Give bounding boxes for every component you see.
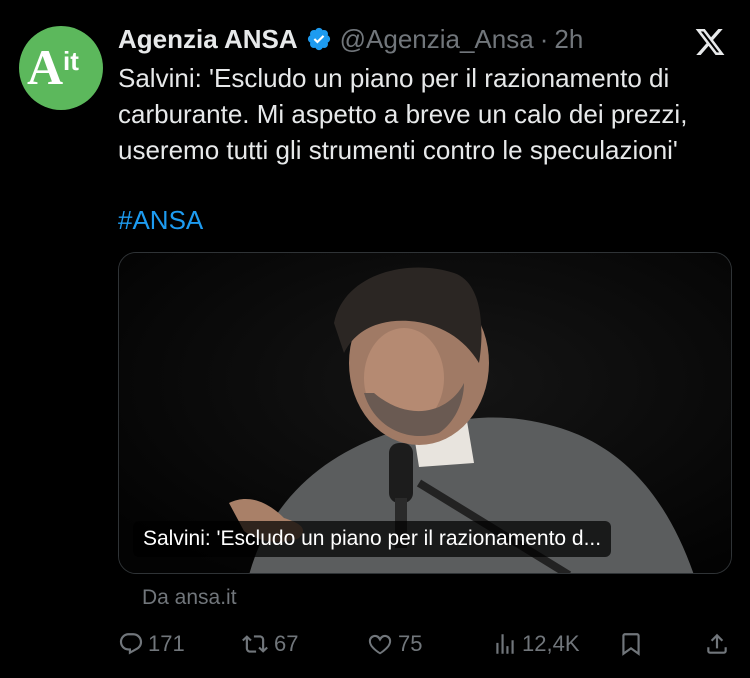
bookmark-icon (622, 633, 640, 656)
like-button[interactable]: 75 (366, 626, 422, 662)
like-icon (368, 634, 392, 655)
reply-count: 171 (148, 631, 185, 656)
x-logo-icon[interactable] (693, 26, 727, 58)
ansa-logo-icon: A it (27, 39, 79, 95)
svg-text:it: it (63, 46, 79, 76)
tweet-header: Agenzia ANSA @Agenzia_Ansa · 2h (118, 22, 583, 56)
views-count: 12,4K (522, 631, 580, 656)
tweet[interactable]: A it Agenzia ANSA @Agenzia_Ansa · 2h Sal… (0, 0, 750, 678)
reply-icon (119, 633, 143, 655)
like-count: 75 (398, 631, 423, 656)
tweet-text: Salvini: 'Escludo un piano per il razion… (118, 63, 688, 165)
repost-count: 67 (274, 631, 299, 656)
separator-dot: · (539, 24, 549, 54)
reply-button[interactable]: 171 (118, 626, 185, 662)
verified-badge-icon (306, 26, 332, 52)
hashtag-link[interactable]: #ANSA (118, 202, 203, 238)
repost-icon (242, 635, 268, 653)
share-button[interactable] (704, 626, 734, 662)
svg-text:A: A (27, 39, 63, 95)
views-icon (496, 634, 514, 654)
display-name[interactable]: Agenzia ANSA (118, 22, 298, 56)
link-card[interactable]: Salvini: 'Escludo un piano per il razion… (118, 252, 732, 574)
bookmark-button[interactable] (618, 626, 648, 662)
views-button[interactable]: 12,4K (492, 626, 580, 662)
action-bar: 171 67 75 12,4K (118, 626, 738, 662)
timestamp[interactable]: 2h (554, 22, 583, 56)
handle[interactable]: @Agenzia_Ansa (340, 22, 534, 56)
share-icon (707, 633, 727, 654)
card-source[interactable]: Da ansa.it (142, 583, 237, 613)
avatar[interactable]: A it (19, 26, 103, 110)
card-caption: Salvini: 'Escludo un piano per il razion… (133, 521, 612, 557)
repost-button[interactable]: 67 (240, 626, 298, 662)
